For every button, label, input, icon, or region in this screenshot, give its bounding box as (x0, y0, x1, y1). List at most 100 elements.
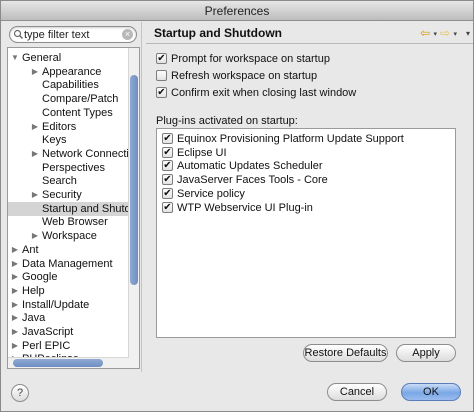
tree-item-label: Web Browser (42, 216, 108, 229)
preferences-window: Preferences × ▼General▶AppearanceCapabil… (0, 0, 474, 412)
tree-item[interactable]: Keys (8, 133, 129, 147)
back-arrow-icon[interactable]: ⇦ (420, 27, 430, 39)
panel-divider[interactable] (141, 22, 142, 372)
tree-item[interactable]: ▼ General (8, 51, 129, 65)
plugin-label: Equinox Provisioning Platform Update Sup… (177, 133, 404, 145)
tree-item-label: Capabilities (42, 79, 99, 92)
tree-item[interactable]: ▶ Google (8, 270, 129, 284)
tree-item-label: Keys (42, 134, 67, 147)
tree-item-label: Data Management (22, 257, 113, 270)
collapse-triangle-icon[interactable]: ▶ (30, 65, 40, 79)
preference-page: Startup and Shutdown ⇦ ▾ ⇨ ▾ ▾ ✔ Prompt f… (146, 22, 473, 372)
collapse-triangle-icon[interactable]: ▶ (10, 270, 20, 284)
tree-item[interactable]: Perspectives (8, 161, 129, 175)
back-history-dropdown-icon[interactable]: ▾ (433, 29, 437, 41)
tree-item-label: Google (22, 271, 58, 284)
plugin-label: Automatic Updates Scheduler (177, 160, 323, 173)
checkbox-checked[interactable]: ✔ (162, 174, 173, 186)
collapse-triangle-icon[interactable]: ▶ (30, 147, 40, 161)
checkbox-checked[interactable]: ✔ (156, 53, 167, 64)
restore-defaults-button[interactable]: Restore Defaults (303, 344, 388, 362)
checkbox-checked[interactable]: ✔ (162, 187, 173, 199)
tree-item[interactable]: ▶ Editors (8, 120, 129, 134)
tree-horizontal-scrollbar[interactable] (8, 357, 129, 368)
filter-field[interactable]: × (9, 26, 137, 43)
collapse-triangle-icon[interactable]: ▶ (30, 229, 40, 243)
collapse-triangle-icon[interactable]: ▶ (10, 298, 20, 312)
plugin-label: JavaServer Faces Tools - Core (177, 174, 328, 187)
left-panel: × ▼General▶AppearanceCapabilitiesCompare… (7, 25, 140, 369)
page-title: Startup and Shutdown (154, 26, 282, 40)
tree-item[interactable]: ▶ JavaScript (8, 325, 129, 339)
forward-history-dropdown-icon[interactable]: ▾ (453, 29, 457, 41)
clear-icon[interactable]: × (122, 29, 133, 40)
tree-item-label: Search (42, 175, 77, 188)
tree-item[interactable]: ▶ Data Management (8, 257, 129, 271)
window-title: Preferences (1, 1, 473, 21)
tree-item[interactable]: Search (8, 174, 129, 188)
collapse-triangle-icon[interactable]: ▶ (30, 188, 40, 202)
startup-option-label: Prompt for workspace on startup (171, 53, 330, 65)
tree-item[interactable]: Capabilities (8, 78, 129, 92)
tree-item-label: Ant (22, 243, 39, 256)
collapse-triangle-icon[interactable]: ▶ (30, 120, 40, 134)
collapse-triangle-icon[interactable]: ▶ (10, 243, 20, 257)
tree-item[interactable]: ▶ Ant (8, 243, 129, 257)
tree-item-label: Workspace (42, 230, 97, 243)
tree-item-label: Content Types (42, 106, 113, 119)
cancel-button[interactable]: Cancel (327, 383, 387, 401)
page-header: Startup and Shutdown ⇦ ▾ ⇨ ▾ ▾ (146, 22, 473, 44)
collapse-triangle-icon[interactable]: ▶ (10, 339, 20, 353)
plugins-list: ✔ Equinox Provisioning Platform Update Su… (156, 128, 456, 338)
collapse-triangle-icon[interactable]: ▶ (10, 284, 20, 298)
tree-item-label: Editors (42, 120, 77, 133)
tree-item[interactable]: ▶ Perl EPIC (8, 339, 129, 353)
tree-item[interactable]: ▶ Java (8, 311, 129, 325)
checkbox-checked[interactable]: ✔ (162, 146, 173, 158)
collapse-triangle-icon[interactable]: ▶ (10, 257, 20, 271)
tree-item[interactable]: Content Types (8, 106, 129, 120)
tree-item-label: Network Connections (42, 147, 140, 160)
view-menu-icon[interactable]: ▾ (466, 28, 470, 40)
tree-horizontal-scroll-thumb[interactable] (13, 359, 103, 367)
tree-item-label: Appearance (42, 65, 102, 78)
checkbox-checked[interactable]: ✔ (162, 160, 173, 172)
tree-item[interactable]: ▶ Install/Update (8, 298, 129, 312)
tree-item[interactable]: ▶ Appearance (8, 65, 129, 79)
collapse-triangle-icon[interactable]: ▶ (10, 311, 20, 325)
tree-item-selected[interactable]: Startup and Shutdown (8, 201, 139, 216)
tree-item[interactable]: ▶ Network Connections (8, 147, 139, 161)
checkbox-unchecked[interactable] (156, 70, 167, 81)
tree-item[interactable]: ▶ Workspace (8, 229, 129, 243)
tree-item-label: General (22, 52, 62, 64)
collapse-triangle-icon[interactable]: ▶ (10, 325, 20, 339)
preferences-tree: ▼ General ▶ Appearance Capabilities Compare/P… (7, 47, 140, 369)
startup-option-label: Refresh workspace on startup (171, 70, 318, 82)
tree-vertical-scrollbar[interactable] (128, 48, 139, 368)
ok-button[interactable]: OK (401, 383, 461, 401)
help-icon[interactable]: ? (11, 384, 29, 402)
checkbox-checked[interactable]: ✔ (156, 87, 167, 98)
forward-arrow-icon[interactable]: ⇨ (440, 27, 450, 39)
tree-item-label: Perl EPIC (22, 339, 71, 352)
plugin-label: Eclipse UI (177, 146, 227, 159)
tree-item[interactable]: ▶ Help (8, 284, 129, 298)
tree-item-label: Help (22, 284, 45, 297)
plugin-label: WTP Webservice UI Plug-in (177, 201, 313, 214)
apply-button[interactable]: Apply (396, 344, 456, 362)
tree-item[interactable]: Compare/Patch (8, 92, 129, 106)
checkbox-checked[interactable]: ✔ (162, 201, 173, 213)
tree-vertical-scroll-thumb[interactable] (130, 75, 138, 285)
tree-item-label: JavaScript (22, 326, 74, 338)
checkbox-checked[interactable]: ✔ (162, 133, 173, 144)
search-icon (13, 29, 23, 39)
tree-item-label: Perspectives (42, 161, 105, 174)
filter-input[interactable] (24, 28, 120, 41)
tree-item-label: Startup and Shutdown (42, 202, 140, 215)
tree-item[interactable]: ▶ Security (8, 188, 129, 202)
tree-item-label: Java (22, 312, 46, 325)
plugin-label: Service policy (177, 187, 245, 200)
expand-triangle-icon[interactable]: ▼ (10, 51, 20, 65)
plugins-label: Plug-ins activated on startup: (156, 115, 298, 127)
tree-item[interactable]: Web Browser (8, 215, 129, 229)
